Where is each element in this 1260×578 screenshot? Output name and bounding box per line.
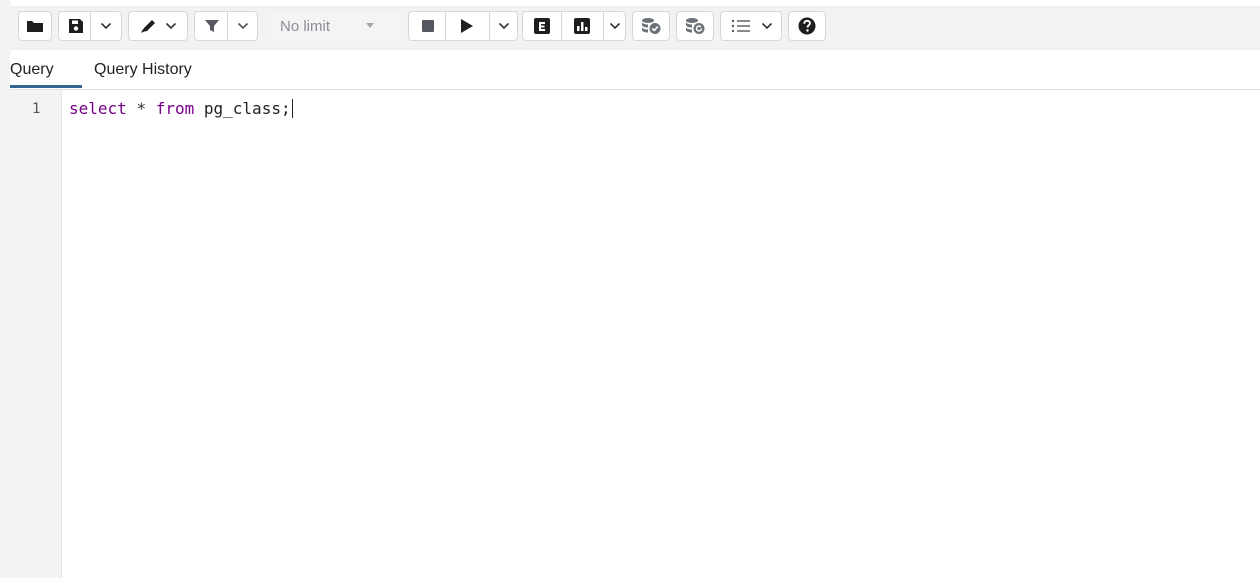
code-line[interactable]: select * from pg_class; xyxy=(69,99,293,118)
help-button[interactable] xyxy=(788,11,826,41)
chevron-down-icon[interactable] xyxy=(237,22,249,30)
pen-icon xyxy=(141,20,155,33)
filter-button[interactable] xyxy=(194,11,258,41)
save-icon xyxy=(69,19,83,33)
chart-icon xyxy=(574,18,590,34)
save-divider xyxy=(90,11,91,41)
line-number: 1 xyxy=(32,101,41,117)
explain-analyze-divider xyxy=(603,11,604,41)
explain-button[interactable] xyxy=(523,12,561,40)
caret-down-icon xyxy=(366,23,374,28)
row-limit-value: No limit xyxy=(280,18,331,35)
open-file-button[interactable] xyxy=(18,11,52,41)
stop-icon xyxy=(422,20,434,32)
row-limit-select[interactable]: No limit xyxy=(266,11,402,41)
macros-button[interactable] xyxy=(720,11,782,41)
folder-icon xyxy=(27,21,43,32)
left-margin-strip xyxy=(0,0,10,578)
chevron-down-icon xyxy=(165,22,177,30)
list-icon xyxy=(731,19,750,33)
explain-icon xyxy=(534,18,550,34)
execution-group xyxy=(408,11,518,41)
execute-button[interactable] xyxy=(446,12,488,40)
filter-divider xyxy=(227,11,228,41)
filter-icon xyxy=(205,20,219,32)
play-icon xyxy=(461,19,473,33)
rollback-icon xyxy=(686,18,705,34)
operator-star: * xyxy=(136,99,147,118)
text-cursor xyxy=(291,99,293,118)
sql-editor[interactable]: select * from pg_class; xyxy=(63,90,1260,578)
stop-button[interactable] xyxy=(409,12,445,40)
tab-query-history[interactable]: Query History xyxy=(94,61,192,79)
chevron-down-icon xyxy=(761,22,773,30)
chevron-down-icon[interactable] xyxy=(609,22,621,30)
commit-icon xyxy=(642,18,661,34)
editor-tabs: Query Query History xyxy=(10,52,1260,90)
tab-query[interactable]: Query xyxy=(10,61,54,79)
rollback-button[interactable] xyxy=(676,11,714,41)
help-icon xyxy=(798,17,816,35)
execute-divider xyxy=(489,11,490,41)
table-name: pg_class; xyxy=(203,99,291,118)
active-tab-indicator xyxy=(10,85,82,88)
commit-button[interactable] xyxy=(632,11,670,41)
keyword-select: select xyxy=(69,99,127,118)
chevron-down-icon[interactable] xyxy=(498,22,510,30)
save-file-button[interactable] xyxy=(58,11,122,41)
line-number-gutter: 1 xyxy=(10,90,62,578)
query-toolbar: No limit xyxy=(10,6,1260,50)
edit-menu-button[interactable] xyxy=(128,11,188,41)
chevron-down-icon[interactable] xyxy=(100,22,112,30)
explain-group xyxy=(522,11,626,41)
explain-analyze-button[interactable] xyxy=(562,12,602,40)
keyword-from: from xyxy=(155,99,195,118)
